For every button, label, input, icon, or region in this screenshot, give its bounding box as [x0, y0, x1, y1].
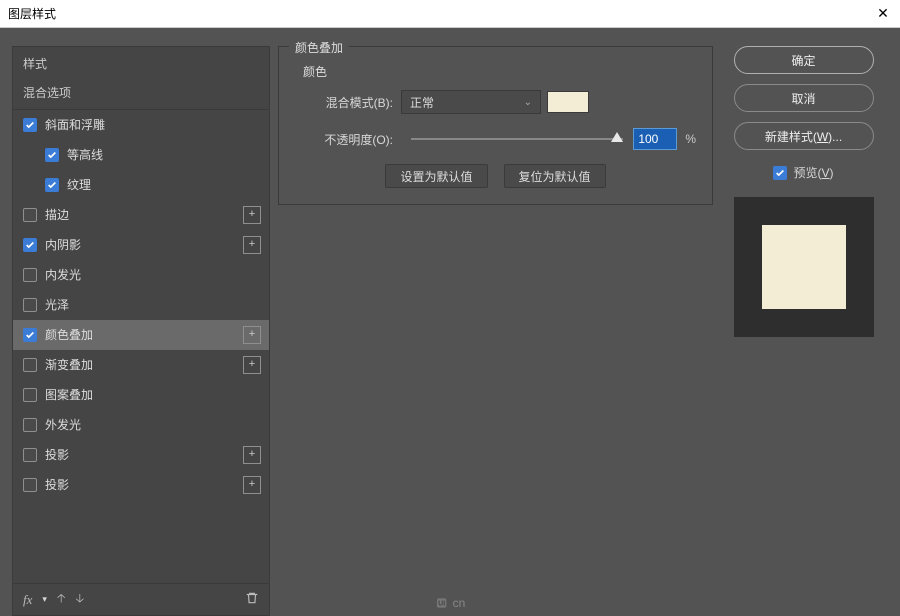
right-panel: 确定 取消 新建样式(W)... 预览(V) — [725, 28, 900, 616]
blend-options-header[interactable]: 混合选项 — [13, 76, 269, 110]
ok-button[interactable]: 确定 — [734, 46, 874, 74]
style-label: 渐变叠加 — [45, 356, 243, 373]
style-checkbox[interactable] — [23, 388, 37, 402]
style-row[interactable]: 渐变叠加+ — [13, 350, 269, 380]
color-overlay-fieldset: 颜色叠加 颜色 混合模式(B): 正常 ⌄ 不透明度(O): 100 % 设置为 — [278, 46, 713, 205]
style-checkbox[interactable] — [23, 478, 37, 492]
style-checkbox[interactable] — [23, 328, 37, 342]
close-icon[interactable]: ✕ — [874, 5, 892, 23]
watermark: UI cn — [435, 596, 466, 610]
preview-checkbox[interactable] — [773, 166, 787, 180]
style-checkbox[interactable] — [23, 418, 37, 432]
style-checkbox[interactable] — [23, 238, 37, 252]
fx-menu-icon[interactable]: fx — [23, 592, 32, 608]
preview-label: 预览(V) — [793, 164, 833, 181]
style-row[interactable]: 描边+ — [13, 200, 269, 230]
fieldset-legend: 颜色叠加 — [289, 39, 349, 56]
style-label: 斜面和浮雕 — [45, 116, 261, 133]
add-effect-icon[interactable]: + — [243, 236, 261, 254]
blend-mode-select[interactable]: 正常 ⌄ — [401, 90, 541, 114]
set-default-button[interactable]: 设置为默认值 — [385, 164, 487, 188]
preview-swatch — [762, 225, 846, 309]
style-row[interactable]: 等高线 — [13, 140, 269, 170]
style-checkbox[interactable] — [23, 298, 37, 312]
style-row[interactable]: 斜面和浮雕 — [13, 110, 269, 140]
slider-thumb-icon[interactable] — [611, 132, 623, 142]
style-label: 描边 — [45, 206, 243, 223]
style-label: 投影 — [45, 476, 243, 493]
style-row[interactable]: 投影+ — [13, 470, 269, 500]
style-row[interactable]: 内发光 — [13, 260, 269, 290]
style-checkbox[interactable] — [23, 358, 37, 372]
blend-mode-value: 正常 — [410, 94, 434, 111]
style-label: 外发光 — [45, 416, 261, 433]
settings-panel: 颜色叠加 颜色 混合模式(B): 正常 ⌄ 不透明度(O): 100 % 设置为 — [270, 28, 725, 616]
style-label: 图案叠加 — [45, 386, 261, 403]
style-label: 投影 — [45, 446, 243, 463]
style-row[interactable]: 光泽 — [13, 290, 269, 320]
trash-icon[interactable] — [245, 591, 259, 608]
window-title: 图层样式 — [8, 5, 874, 22]
section-label: 颜色 — [303, 63, 696, 80]
chevron-down-icon: ⌄ — [524, 97, 532, 108]
style-checkbox[interactable] — [45, 178, 59, 192]
style-label: 等高线 — [67, 146, 261, 163]
preview-checkbox-row[interactable]: 预览(V) — [773, 164, 833, 181]
blend-mode-row: 混合模式(B): 正常 ⌄ — [295, 90, 696, 114]
cancel-button[interactable]: 取消 — [734, 84, 874, 112]
add-effect-icon[interactable]: + — [243, 206, 261, 224]
style-label: 内发光 — [45, 266, 261, 283]
styles-header[interactable]: 样式 — [13, 47, 269, 76]
style-label: 内阴影 — [45, 236, 243, 253]
style-checkbox[interactable] — [23, 118, 37, 132]
reset-default-button[interactable]: 复位为默认值 — [504, 164, 606, 188]
main: 样式 混合选项 斜面和浮雕等高线纹理描边+内阴影+内发光光泽颜色叠加+渐变叠加+… — [0, 28, 900, 616]
opacity-row: 不透明度(O): 100 % — [295, 128, 696, 150]
style-checkbox[interactable] — [23, 208, 37, 222]
style-row[interactable]: 内阴影+ — [13, 230, 269, 260]
new-style-button[interactable]: 新建样式(W)... — [734, 122, 874, 150]
add-effect-icon[interactable]: + — [243, 476, 261, 494]
styles-list: 斜面和浮雕等高线纹理描边+内阴影+内发光光泽颜色叠加+渐变叠加+图案叠加外发光投… — [13, 110, 269, 583]
opacity-unit: % — [685, 132, 696, 146]
sidebar: 样式 混合选项 斜面和浮雕等高线纹理描边+内阴影+内发光光泽颜色叠加+渐变叠加+… — [0, 28, 270, 616]
color-swatch[interactable] — [547, 91, 589, 113]
add-effect-icon[interactable]: + — [243, 356, 261, 374]
style-label: 光泽 — [45, 296, 261, 313]
style-checkbox[interactable] — [23, 448, 37, 462]
opacity-input[interactable]: 100 — [633, 128, 677, 150]
titlebar: 图层样式 ✕ — [0, 0, 900, 28]
default-buttons-row: 设置为默认值 复位为默认值 — [295, 164, 696, 188]
styles-panel: 样式 混合选项 斜面和浮雕等高线纹理描边+内阴影+内发光光泽颜色叠加+渐变叠加+… — [12, 46, 270, 616]
style-row[interactable]: 纹理 — [13, 170, 269, 200]
opacity-label: 不透明度(O): — [295, 131, 393, 148]
style-label: 纹理 — [67, 176, 261, 193]
styles-footer: fx ▾ 🡡 🡣 — [13, 583, 269, 615]
arrow-down-icon[interactable]: 🡣 — [76, 589, 85, 610]
opacity-slider[interactable] — [411, 138, 623, 140]
style-row[interactable]: 投影+ — [13, 440, 269, 470]
style-row[interactable]: 外发光 — [13, 410, 269, 440]
svg-text:UI: UI — [438, 600, 445, 607]
style-label: 颜色叠加 — [45, 326, 243, 343]
style-row[interactable]: 颜色叠加+ — [13, 320, 269, 350]
add-effect-icon[interactable]: + — [243, 326, 261, 344]
preview-panel — [734, 197, 874, 337]
style-checkbox[interactable] — [23, 268, 37, 282]
style-row[interactable]: 图案叠加 — [13, 380, 269, 410]
style-checkbox[interactable] — [45, 148, 59, 162]
blend-mode-label: 混合模式(B): — [295, 94, 393, 111]
arrow-up-icon[interactable]: 🡡 — [57, 589, 66, 610]
add-effect-icon[interactable]: + — [243, 446, 261, 464]
